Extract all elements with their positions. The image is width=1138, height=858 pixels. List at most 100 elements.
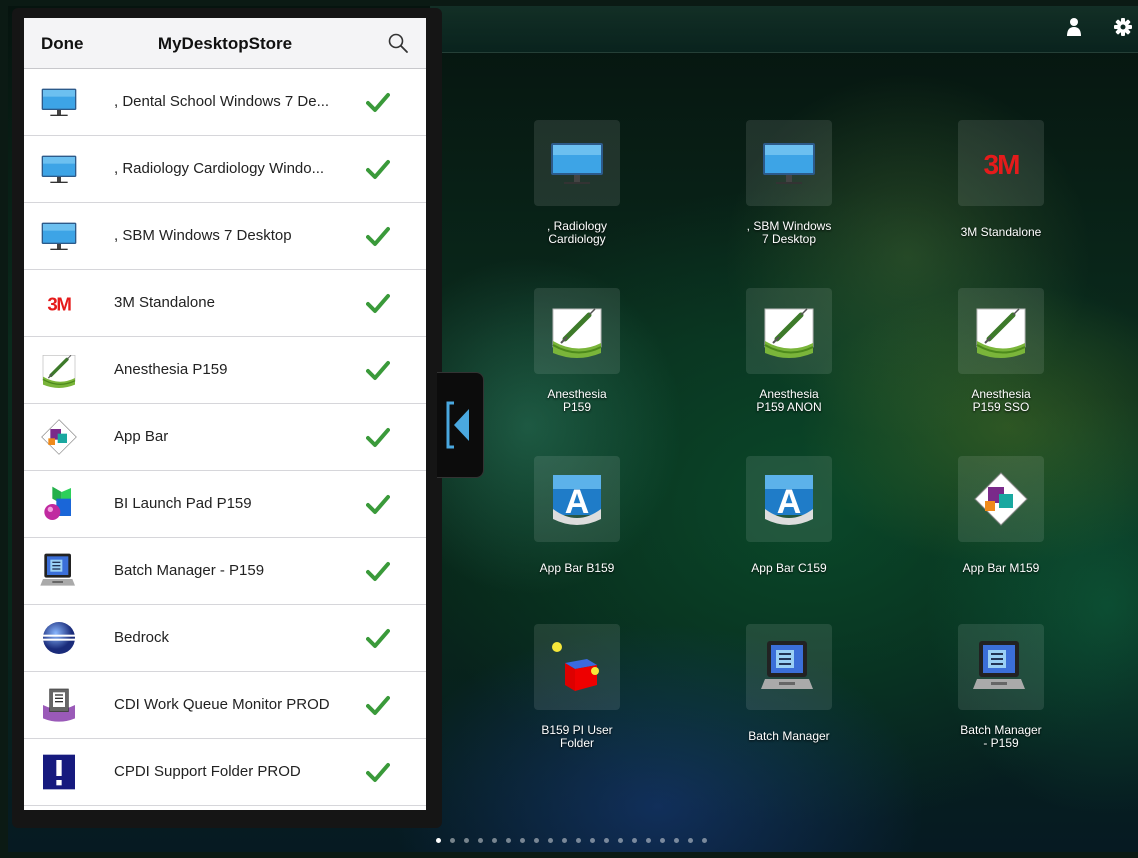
list-item[interactable]: , Dental School Windows 7 De...	[24, 69, 426, 136]
page-dot[interactable]	[436, 838, 441, 843]
app-tile[interactable]: Batch Manager - P159	[920, 624, 1080, 784]
app-tile[interactable]: , SBM Windows 7 Desktop	[708, 120, 868, 280]
app-tile-label: , Radiology Cardiology	[546, 219, 608, 246]
list-item-label: BI Launch Pad P159	[114, 495, 252, 512]
app-tile[interactable]: , Radiology Cardiology	[496, 120, 656, 280]
checkmark-icon[interactable]	[366, 493, 390, 515]
app-tile[interactable]: A App Bar C159	[708, 456, 868, 616]
collapse-arrow-icon	[446, 401, 469, 449]
app-tile[interactable]: A App Bar B159	[496, 456, 656, 616]
page-dot[interactable]	[506, 838, 511, 843]
app-tile[interactable]: App Bar M159	[920, 456, 1080, 616]
page-dot[interactable]	[450, 838, 455, 843]
collapse-panel-tab[interactable]	[437, 372, 484, 478]
list-item-label: CPDI Support Folder PROD	[114, 763, 301, 780]
list-item[interactable]: , Radiology Cardiology Windo...	[24, 136, 426, 203]
checkmark-icon[interactable]	[366, 225, 390, 247]
checkmark-icon[interactable]	[366, 694, 390, 716]
page-dot[interactable]	[646, 838, 651, 843]
appbar-diamond-icon	[958, 456, 1044, 542]
page-dot[interactable]	[632, 838, 637, 843]
page-dot[interactable]	[618, 838, 623, 843]
page-dot[interactable]	[478, 838, 483, 843]
checkmark-icon[interactable]	[366, 158, 390, 180]
page-dot[interactable]	[562, 838, 567, 843]
gear-icon[interactable]	[1112, 16, 1134, 38]
list-item[interactable]: BI Launch Pad P159	[24, 471, 426, 538]
app-tile[interactable]: 3M 3M Standalone	[920, 120, 1080, 280]
appbar-diamond-icon	[38, 417, 80, 457]
list-item-label: , Radiology Cardiology Windo...	[114, 160, 325, 177]
page-dot[interactable]	[660, 838, 665, 843]
monitor-icon	[38, 82, 80, 122]
page-dot[interactable]	[576, 838, 581, 843]
checkmark-icon[interactable]	[366, 359, 390, 381]
list-item[interactable]: Batch Manager - P159	[24, 538, 426, 605]
list-item-label: Bedrock	[114, 629, 170, 646]
page-dot[interactable]	[548, 838, 553, 843]
app-tile-label: Anesthesia P159 SSO	[971, 387, 1031, 414]
list-item-label: Batch Manager - P159	[114, 562, 265, 579]
page-dot[interactable]	[688, 838, 693, 843]
user-icon[interactable]	[1063, 16, 1085, 38]
computer-terminal-icon	[746, 624, 832, 710]
page-dot[interactable]	[702, 838, 707, 843]
list-item[interactable]: , SBM Windows 7 Desktop	[24, 203, 426, 270]
app-tile[interactable]: Anesthesia P159 ANON	[708, 288, 868, 448]
app-tile[interactable]: Anesthesia P159 SSO	[920, 288, 1080, 448]
app-tile[interactable]: B159 PI User Folder	[496, 624, 656, 784]
list-item-label: CDI Work Queue Monitor PROD	[114, 696, 330, 713]
svg-text:3M: 3M	[984, 149, 1020, 180]
monitor-icon	[38, 149, 80, 189]
cube-folder-icon	[534, 624, 620, 710]
page-dot[interactable]	[590, 838, 595, 843]
panel-title: MyDesktopStore	[157, 34, 293, 53]
page-dot[interactable]	[534, 838, 539, 843]
list-item-label: 3M Standalone	[114, 294, 215, 311]
syringe-icon	[38, 350, 80, 390]
checkmark-icon[interactable]	[366, 627, 390, 649]
panel-list: , Dental School Windows 7 De... , Radiolo…	[24, 69, 426, 806]
page-dot[interactable]	[492, 838, 497, 843]
list-item[interactable]: CDI Work Queue Monitor PROD	[24, 672, 426, 739]
3m-logo-icon: 3M	[38, 283, 80, 323]
monitor-icon	[38, 216, 80, 256]
page-dot[interactable]	[520, 838, 525, 843]
checkmark-icon[interactable]	[366, 560, 390, 582]
computer-terminal-icon	[38, 551, 80, 591]
app-tile[interactable]: Anesthesia P159	[496, 288, 656, 448]
list-item[interactable]: Bedrock	[24, 605, 426, 672]
list-item[interactable]: App Bar	[24, 404, 426, 471]
desktop-store-panel: Done MyDesktopStore , Dental School Wind…	[24, 18, 426, 810]
syringe-icon	[958, 288, 1044, 374]
monitor-icon	[534, 120, 620, 206]
app-tile-label: 3M Standalone	[960, 225, 1042, 239]
list-item[interactable]: CPDI Support Folder PROD	[24, 739, 426, 806]
document-clipboard-icon	[38, 685, 80, 725]
eclipse-sphere-icon	[38, 618, 80, 658]
app-tile-label: App Bar B159	[539, 561, 615, 575]
search-icon[interactable]	[387, 32, 409, 54]
computer-terminal-icon	[958, 624, 1044, 710]
checkmark-icon[interactable]	[366, 426, 390, 448]
list-item-label: , Dental School Windows 7 De...	[114, 93, 330, 110]
page-dot[interactable]	[464, 838, 469, 843]
svg-text:A: A	[777, 483, 802, 521]
checkmark-icon[interactable]	[366, 761, 390, 783]
list-item-label: App Bar	[114, 428, 169, 445]
page-dot[interactable]	[604, 838, 609, 843]
app-tile[interactable]: Batch Manager	[708, 624, 868, 784]
app-a-icon: A	[534, 456, 620, 542]
list-item-label: Anesthesia P159	[114, 361, 228, 378]
app-tile-label: Batch Manager	[748, 729, 830, 743]
syringe-icon	[534, 288, 620, 374]
checkmark-icon[interactable]	[366, 91, 390, 113]
list-item[interactable]: Anesthesia P159	[24, 337, 426, 404]
list-item[interactable]: 3M 3M Standalone	[24, 270, 426, 337]
3m-logo-icon: 3M	[958, 120, 1044, 206]
page-dot[interactable]	[674, 838, 679, 843]
checkmark-icon[interactable]	[366, 292, 390, 314]
app-tile-label: Anesthesia P159 ANON	[756, 387, 822, 414]
exclamation-icon	[38, 752, 80, 792]
syringe-icon	[746, 288, 832, 374]
